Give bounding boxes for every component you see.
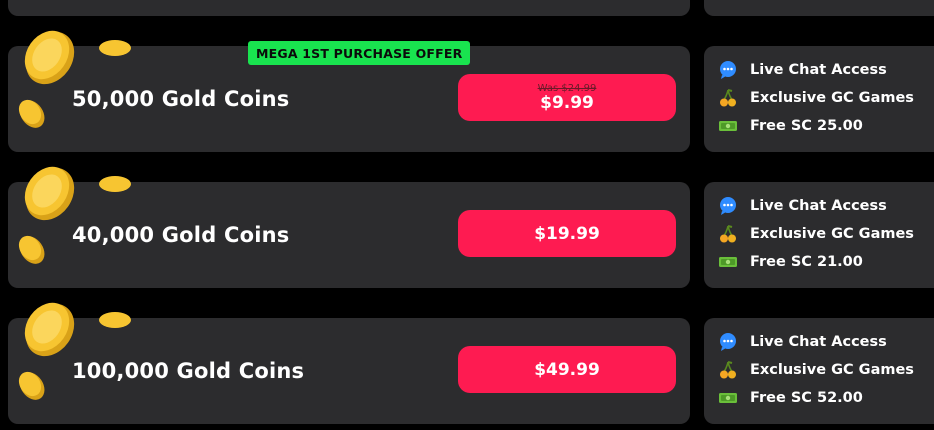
buy-button[interactable]: Was $24.99 $9.99 [458,74,676,121]
gold-coins-icon [18,302,131,400]
perk-item: Exclusive GC Games [718,356,934,384]
price-label: $19.99 [534,223,600,244]
perks-panel: Live Chat Access Exclusive GC Games Free… [704,46,934,152]
price-label: $9.99 [540,93,594,113]
perk-item: Live Chat Access [718,192,934,220]
cash-icon [718,116,738,136]
perk-item: Free SC 25.00 [718,112,934,140]
perk-item: Exclusive GC Games [718,220,934,248]
cherries-icon [718,360,738,380]
cherries-icon [718,88,738,108]
buy-button[interactable]: $19.99 [458,210,676,257]
package-card-partial [8,0,690,16]
chat-bubble-icon [718,60,738,80]
store-view: MEGA 1ST PURCHASE OFFER 50,000 Gold Coin… [0,0,934,430]
gold-coins-icon [18,166,131,264]
offer-badge: MEGA 1ST PURCHASE OFFER [248,41,471,65]
perk-item: Free SC 52.00 [718,384,934,412]
cash-icon [718,252,738,272]
gold-coins-icon [18,30,131,128]
perk-item: Exclusive GC Games [718,84,934,112]
chat-bubble-icon [718,196,738,216]
perk-label: Exclusive GC Games [750,90,914,106]
chat-bubble-icon [718,332,738,352]
perk-label: Live Chat Access [750,62,887,78]
perk-label: Live Chat Access [750,198,887,214]
perk-item: Free SC 21.00 [718,248,934,276]
perks-panel: Live Chat Access Exclusive GC Games Free… [704,318,934,424]
perk-item: Live Chat Access [718,56,934,84]
perk-label: Exclusive GC Games [750,226,914,242]
perks-panel-partial [704,0,934,16]
cherries-icon [718,224,738,244]
cash-icon [718,388,738,408]
perks-panel: Live Chat Access Exclusive GC Games Free… [704,182,934,288]
perk-label: Free SC 21.00 [750,254,863,270]
buy-button[interactable]: $49.99 [458,346,676,393]
perk-label: Free SC 52.00 [750,390,863,406]
perk-item: Live Chat Access [718,328,934,356]
perk-label: Free SC 25.00 [750,118,863,134]
perk-label: Live Chat Access [750,334,887,350]
price-label: $49.99 [534,359,600,380]
perk-label: Exclusive GC Games [750,362,914,378]
